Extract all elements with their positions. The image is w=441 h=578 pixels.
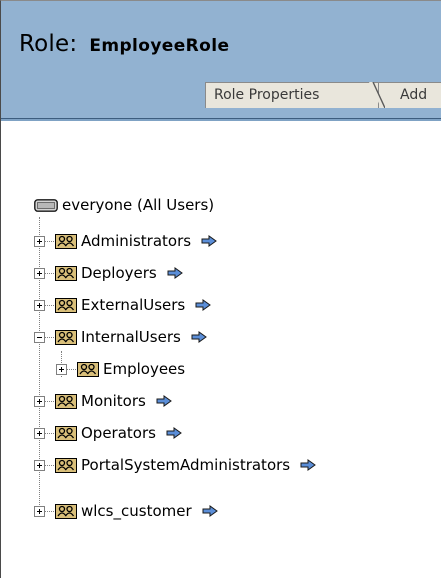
group-icon (77, 361, 99, 377)
server-icon (34, 198, 58, 212)
group-icon (55, 265, 77, 281)
tree-connector-line (45, 400, 54, 402)
tree-connector-line (45, 336, 54, 338)
arrow-right-icon[interactable] (156, 395, 172, 407)
expand-toggle[interactable] (34, 395, 45, 407)
tree-item-label: Operators (81, 424, 156, 442)
tree-connector-line (45, 240, 54, 242)
tree-item-deployers[interactable]: Deployers (34, 262, 183, 284)
tree-item-label: ExternalUsers (81, 296, 186, 314)
tree-item-monitors[interactable]: Monitors (34, 390, 172, 412)
tree-connector-line (45, 510, 54, 512)
tree-item-employees[interactable]: Employees (56, 358, 185, 380)
tree-item-label: wlcs_customer (81, 502, 192, 520)
arrow-right-icon[interactable] (166, 427, 182, 439)
arrow-right-icon[interactable] (167, 267, 183, 279)
tree-item-label: Monitors (81, 392, 146, 410)
tab-bar: Role Properties Add (205, 82, 441, 108)
expand-toggle[interactable] (56, 363, 67, 375)
tree-item-label: Employees (103, 360, 186, 378)
arrow-right-icon[interactable] (300, 459, 316, 471)
tab-role-properties[interactable]: Role Properties (205, 82, 379, 108)
tree-item-externalusers[interactable]: ExternalUsers (34, 294, 212, 316)
tree-connector-line (45, 304, 54, 306)
role-page: Role: EmployeeRole Role Properties Add ev… (0, 0, 441, 578)
arrow-right-icon[interactable] (201, 235, 217, 247)
group-icon (55, 393, 77, 409)
group-icon (55, 425, 77, 441)
tree-item-label: Deployers (81, 264, 157, 282)
tree-item-portalsystemadministrators[interactable]: PortalSystemAdministrators (34, 454, 316, 476)
arrow-right-icon[interactable] (195, 299, 212, 311)
group-icon (55, 329, 77, 345)
expand-toggle[interactable] (34, 427, 45, 439)
expand-toggle[interactable] (34, 459, 45, 471)
group-icon (55, 503, 77, 519)
tree-item-internalusers[interactable]: InternalUsers (34, 326, 207, 348)
tree-item-label: Administrators (81, 232, 192, 250)
expand-toggle[interactable] (34, 235, 45, 247)
arrow-right-icon[interactable] (191, 331, 207, 343)
expand-toggle[interactable] (34, 505, 45, 517)
arrow-right-icon[interactable] (202, 505, 218, 517)
tree-item-label: InternalUsers (81, 328, 181, 346)
tree-root[interactable]: everyone (All Users) (34, 194, 214, 216)
group-icon (55, 457, 77, 473)
tree-item-administrators[interactable]: Administrators (34, 230, 217, 252)
tree-connector-line (45, 464, 54, 466)
expand-toggle[interactable] (34, 299, 45, 311)
tab-add[interactable]: Add (377, 82, 441, 108)
group-icon (55, 233, 77, 249)
tree-item-operators[interactable]: Operators (34, 422, 182, 444)
tree-connector-line (67, 368, 76, 370)
tree-item-wlcs-customer[interactable]: wlcs_customer (34, 500, 218, 522)
expand-toggle[interactable] (34, 267, 45, 279)
tree-root-label: everyone (All Users) (62, 196, 215, 214)
group-icon (55, 297, 77, 313)
tree-connector-line (45, 432, 54, 434)
tree-item-label: PortalSystemAdministrators (81, 456, 291, 474)
collapse-toggle[interactable] (34, 331, 45, 343)
tree-connector-line (45, 272, 54, 274)
